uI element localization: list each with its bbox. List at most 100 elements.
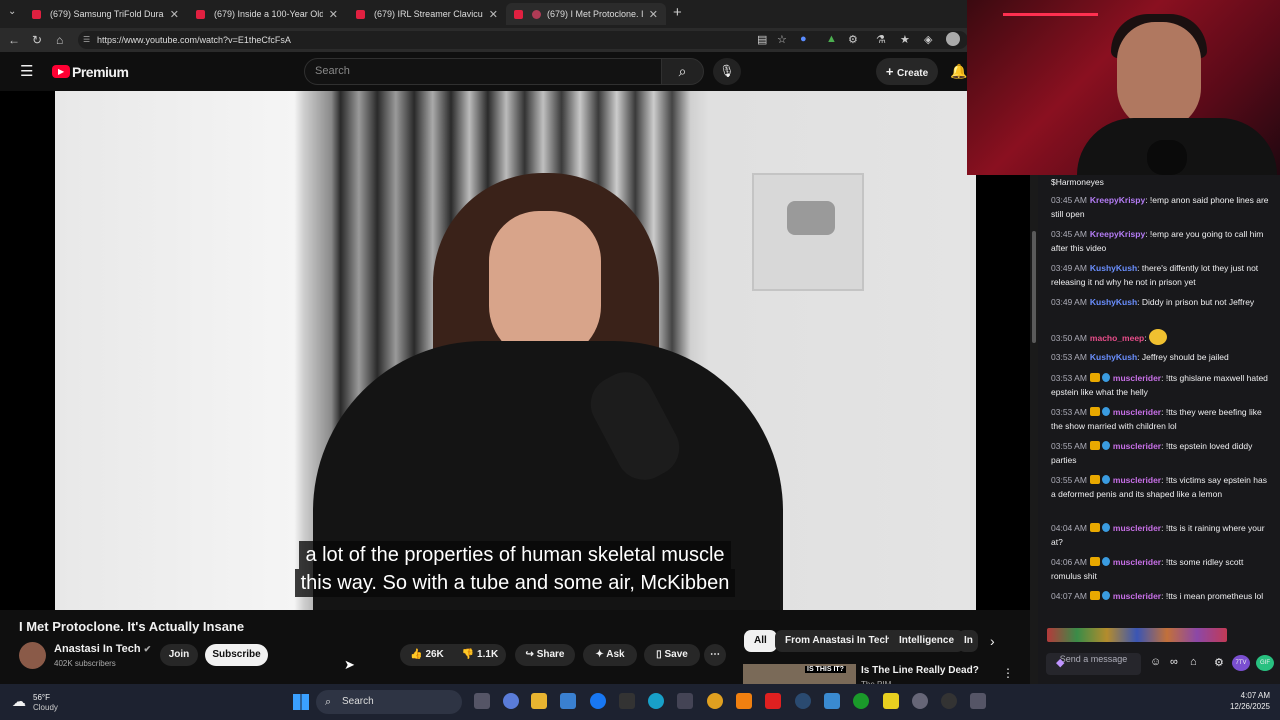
- chat-username[interactable]: musclerider: [1113, 441, 1161, 451]
- windows-start-icon[interactable]: [293, 694, 309, 710]
- task-view-icon[interactable]: [474, 693, 490, 709]
- join-button[interactable]: Join: [160, 644, 198, 666]
- chat-username[interactable]: musclerider: [1113, 557, 1161, 567]
- channel-avatar[interactable]: [19, 642, 46, 669]
- copilot-icon[interactable]: [503, 693, 519, 709]
- calculator-icon[interactable]: [677, 693, 693, 709]
- favorites-icon[interactable]: ★: [900, 33, 910, 46]
- facebook-icon[interactable]: [590, 693, 606, 709]
- chat-message: $Harmoneyes: [1051, 175, 1270, 189]
- chips-next-chevron-icon[interactable]: ›: [990, 633, 995, 649]
- system-clock[interactable]: 4:07 AM 12/26/2025: [1190, 690, 1270, 712]
- gif-icon[interactable]: GIF: [1256, 655, 1274, 671]
- recommended-more-icon[interactable]: ⋮: [1002, 666, 1014, 680]
- more-actions-button[interactable]: ⋯: [704, 644, 726, 666]
- search-input[interactable]: Search: [304, 58, 662, 85]
- close-tab-icon[interactable]: ✕: [170, 8, 179, 21]
- water-drop-badge-icon: [1101, 441, 1110, 450]
- create-button[interactable]: + Create: [876, 58, 938, 85]
- file-explorer-icon[interactable]: [531, 693, 547, 709]
- channel-name[interactable]: Anastasi In Tech ✔: [54, 643, 151, 655]
- extension-icon[interactable]: ⚗: [876, 33, 886, 46]
- taskbar-search-input[interactable]: ⌕ Search: [316, 690, 462, 714]
- browser-tab[interactable]: (679) I Met Protoclone. It's Ac ✕: [506, 3, 666, 25]
- back-icon[interactable]: ←: [8, 33, 20, 47]
- chip-all[interactable]: All: [744, 630, 777, 652]
- extension-icon[interactable]: ▲: [826, 33, 837, 45]
- close-tab-icon[interactable]: ✕: [649, 8, 658, 21]
- chat-username[interactable]: macho_meep: [1090, 333, 1144, 343]
- browser-tab[interactable]: (679) IRL Streamer Clavicular Just (✕: [348, 3, 506, 25]
- video-player[interactable]: a lot of the properties of human skeleta…: [0, 91, 1030, 610]
- reload-icon[interactable]: ↻: [32, 33, 42, 47]
- chip-from-channel[interactable]: From Anastasi In Tech: [775, 630, 902, 652]
- steam-icon[interactable]: [795, 693, 811, 709]
- notes-icon[interactable]: [883, 693, 899, 709]
- chat-username[interactable]: KushyKush: [1090, 263, 1137, 273]
- dislike-button[interactable]: 👎 1.1K: [454, 644, 506, 666]
- obs-icon[interactable]: [941, 693, 957, 709]
- 7tv-icon[interactable]: 7TV: [1232, 655, 1250, 671]
- extension-icon[interactable]: ⚙: [848, 33, 858, 46]
- home-icon[interactable]: ⌂: [56, 33, 63, 47]
- chrome-icon[interactable]: [707, 693, 723, 709]
- chat-username[interactable]: musclerider: [1113, 523, 1161, 533]
- video-frame[interactable]: a lot of the properties of human skeleta…: [55, 91, 976, 610]
- chat-username[interactable]: KushyKush: [1090, 352, 1137, 362]
- bits-icon[interactable]: ◆: [1056, 656, 1064, 669]
- browser-tab[interactable]: (679) Inside a 100-Year Old Farm T ✕: [188, 3, 346, 25]
- chat-settings-icon[interactable]: ⚙: [1214, 656, 1224, 669]
- recommended-thumbnail[interactable]: IS THIS IT?: [743, 664, 856, 684]
- chat-username[interactable]: KreepyKrispy: [1090, 195, 1145, 205]
- audio-playing-icon[interactable]: [532, 9, 541, 19]
- like-button[interactable]: 👍 26K: [400, 644, 454, 666]
- chat-username[interactable]: musclerider: [1113, 407, 1161, 417]
- subscribe-button[interactable]: Subscribe: [205, 644, 268, 666]
- chat-username[interactable]: musclerider: [1113, 475, 1161, 485]
- youtube-premium-logo[interactable]: Premium: [72, 64, 129, 80]
- weather-temp[interactable]: 56°F: [33, 693, 50, 702]
- chat-username[interactable]: KreepyKrispy: [1090, 229, 1145, 239]
- amazon-icon[interactable]: [619, 693, 635, 709]
- chat-message: 03:53 AM KushyKush: Jeffrey should be jai…: [1051, 350, 1270, 364]
- edge-icon[interactable]: [648, 693, 664, 709]
- save-button[interactable]: ▯ Save: [644, 644, 700, 666]
- reader-mode-icon[interactable]: ▤: [757, 33, 767, 46]
- page-scrollbar[interactable]: [1030, 91, 1038, 684]
- emote-picker-icon[interactable]: ☺: [1150, 656, 1161, 668]
- extension-icon[interactable]: ●: [800, 33, 807, 45]
- youtube-app-icon[interactable]: [765, 693, 781, 709]
- weather-icon[interactable]: ☁: [12, 693, 26, 710]
- shield-icon[interactable]: ◈: [924, 33, 932, 46]
- chat-extension-icon[interactable]: ∞: [1170, 656, 1178, 668]
- vlc-icon[interactable]: [736, 693, 752, 709]
- store-icon[interactable]: ⌂: [1190, 656, 1197, 668]
- xbox-icon[interactable]: [853, 693, 869, 709]
- chip-intelligence[interactable]: Intelligence: [889, 630, 965, 652]
- voice-search-button[interactable]: 🎙: [713, 58, 741, 85]
- hamburger-menu-icon[interactable]: ☰: [20, 62, 33, 80]
- notifications-bell-icon[interactable]: 🔔: [950, 63, 967, 80]
- chat-username[interactable]: KushyKush: [1090, 297, 1137, 307]
- close-tab-icon[interactable]: ✕: [329, 8, 338, 21]
- chat-username[interactable]: musclerider: [1113, 591, 1161, 601]
- site-info-icon[interactable]: ☰: [83, 31, 90, 49]
- browser-tab[interactable]: (679) Samsung TriFold Durabi ✕: [24, 3, 187, 25]
- ask-button[interactable]: ✦ Ask: [583, 644, 637, 666]
- chat-username[interactable]: musclerider: [1113, 373, 1161, 383]
- emote-bar[interactable]: [1047, 628, 1277, 648]
- new-tab-button[interactable]: +: [673, 4, 682, 21]
- app-icon[interactable]: [824, 693, 840, 709]
- weather-desc[interactable]: Cloudy: [33, 703, 58, 712]
- store-icon[interactable]: [560, 693, 576, 709]
- favorite-star-icon[interactable]: ☆: [777, 33, 787, 46]
- recommended-title[interactable]: Is The Line Really Dead?: [861, 665, 979, 676]
- app-icon[interactable]: [970, 693, 986, 709]
- share-button[interactable]: ↪ Share: [515, 644, 575, 666]
- settings-icon[interactable]: [912, 693, 928, 709]
- close-tab-icon[interactable]: ✕: [489, 8, 498, 21]
- profile-avatar[interactable]: [946, 32, 960, 46]
- tab-list-chevron-icon[interactable]: ⌄: [8, 6, 16, 17]
- search-button[interactable]: ⌕: [661, 58, 704, 85]
- chip-truncated[interactable]: In: [958, 630, 978, 652]
